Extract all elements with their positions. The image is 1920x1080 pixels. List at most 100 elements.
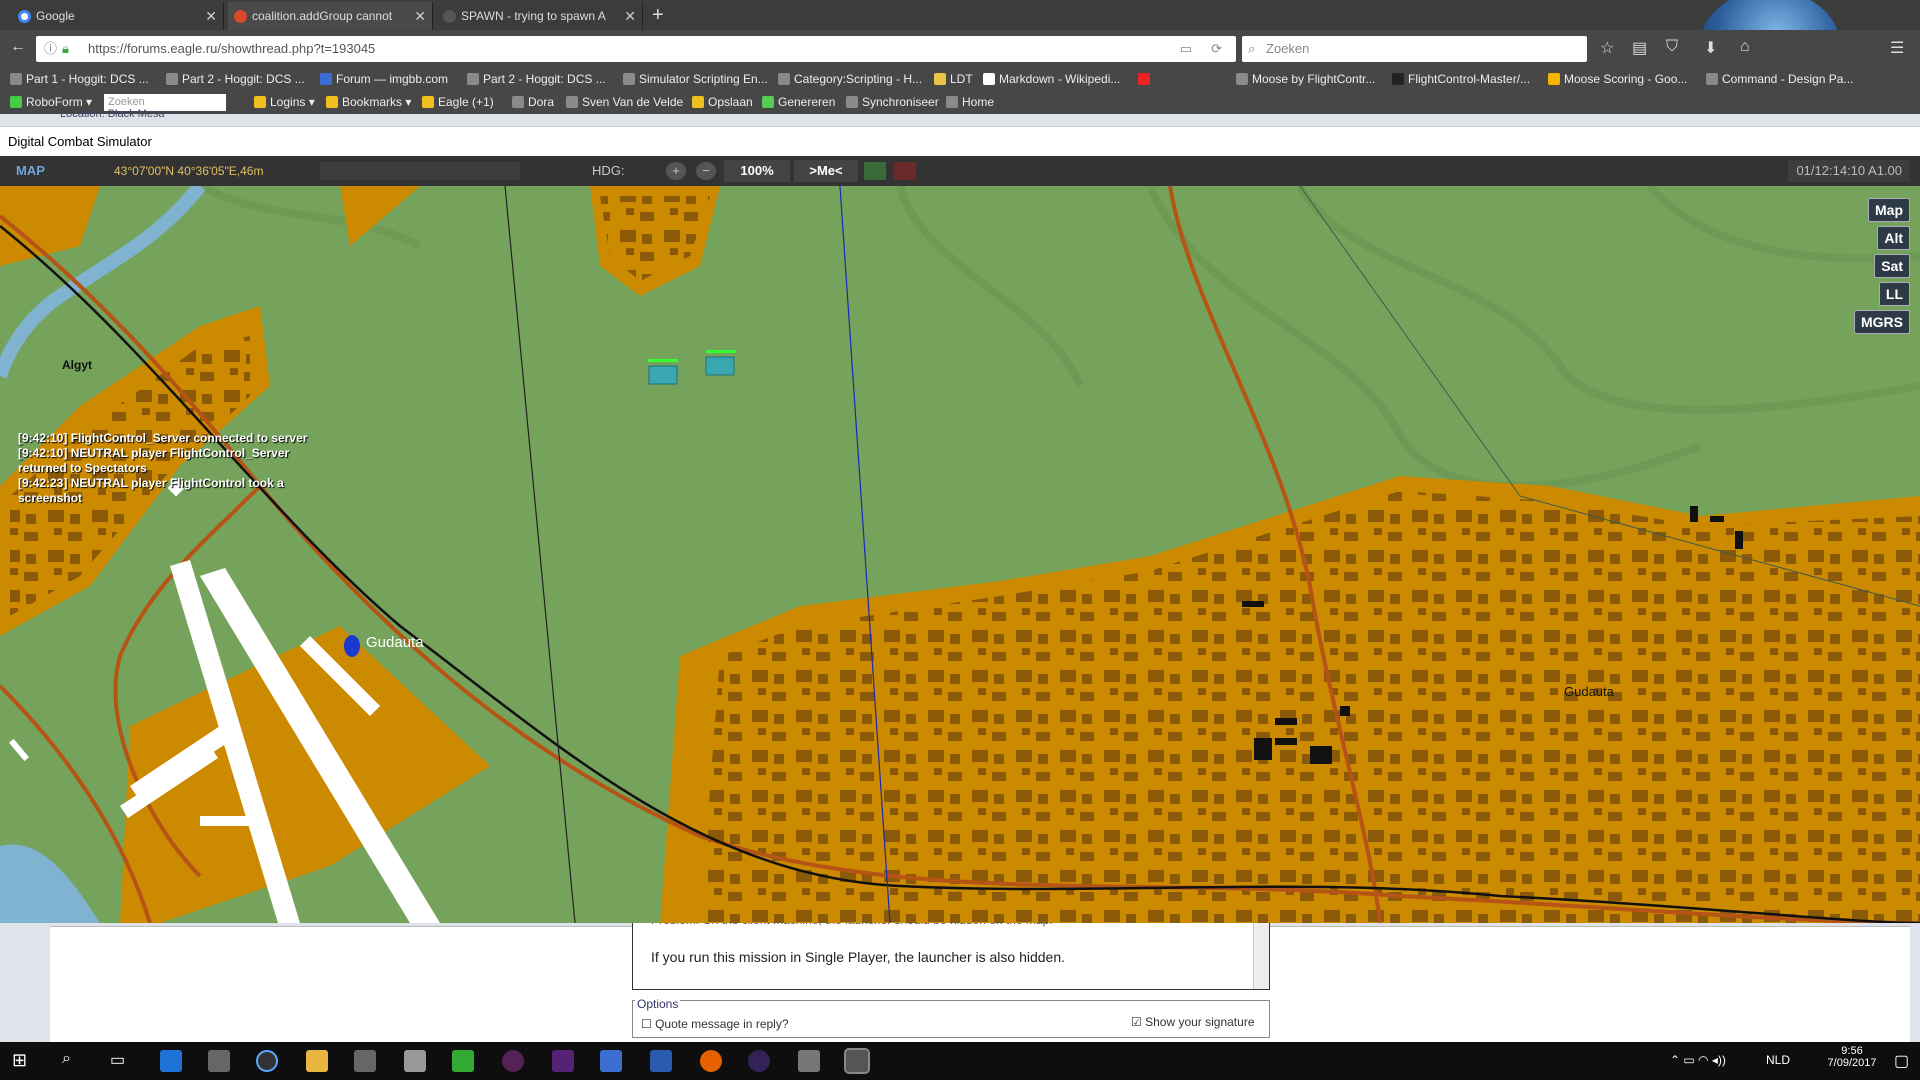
url-bar[interactable]: ⓘ 🔒︎ https://forums.eagle.ru/showthread.… — [36, 36, 1236, 62]
center-on-me-button[interactable]: >Me< — [794, 160, 858, 182]
map-canvas — [0, 186, 1920, 923]
map-toolbar: MAP 43°07'00"N 40°36'05"E,46m HDG: + − 1… — [0, 156, 1920, 186]
search-icon: ⌕ — [1248, 41, 1256, 56]
language-indicator[interactable]: NLD — [1766, 1053, 1790, 1067]
reader-view-icon[interactable]: ▭ — [1180, 36, 1192, 62]
heading-label: HDG: — [592, 163, 625, 178]
bookmark-item[interactable]: Markdown - Wikipedi... — [983, 68, 1120, 91]
quote-checkbox[interactable]: ☐ Quote message in reply? — [641, 1017, 789, 1031]
tab-coalition-addgroup[interactable]: coalition.addGroup cannot ✕ — [228, 2, 433, 30]
reload-icon[interactable]: ⟳ — [1211, 36, 1222, 62]
back-button[interactable]: ← — [10, 38, 26, 56]
editor-scrollbar[interactable] — [1253, 919, 1269, 989]
tab-google[interactable]: Google ✕ — [12, 2, 224, 30]
zoom-in-button[interactable]: + — [666, 162, 686, 180]
navigation-bar: ← ⓘ 🔒︎ https://forums.eagle.ru/showthrea… — [0, 30, 1920, 68]
bookmark-item[interactable]: FlightControl-Master/... — [1392, 68, 1530, 91]
browser-tab-strip: Google ✕ coalition.addGroup cannot ✕ SPA… — [0, 0, 1920, 100]
roboform-toolbar: RoboForm ▾ Zoeken Logins ▾ Bookmarks ▾ E… — [0, 91, 1920, 114]
close-tab-icon[interactable]: ✕ — [205, 2, 217, 30]
bookmark-item[interactable]: Part 1 - Hoggit: DCS ... — [10, 68, 149, 91]
zoom-level[interactable]: 100% — [724, 160, 790, 182]
search-icon[interactable]: ⌕ — [62, 1050, 71, 1068]
app-icon[interactable] — [404, 1050, 426, 1072]
tab-label: Google — [36, 9, 75, 23]
library-icon[interactable]: ▤ — [1632, 38, 1647, 58]
coord-mgrs-button[interactable]: MGRS — [1854, 310, 1910, 334]
tab-spawn[interactable]: SPAWN - trying to spawn A ✕ — [437, 2, 643, 30]
bookmark-item[interactable]: Command - Design Pa... — [1706, 68, 1853, 91]
pocket-icon[interactable]: ⛉ — [1666, 38, 1678, 56]
stop-button[interactable] — [894, 162, 916, 180]
youtube-bookmark[interactable] — [1138, 68, 1154, 91]
download-icon[interactable]: ⬇ — [1704, 38, 1717, 58]
bookmark-item[interactable]: Home — [946, 91, 994, 114]
edge-icon[interactable] — [160, 1050, 182, 1072]
terrain-toggle-button[interactable] — [864, 162, 886, 180]
bookmark-item[interactable]: Synchroniseer — [846, 91, 939, 114]
start-button[interactable]: ⊞ — [12, 1050, 27, 1071]
dcs-active-icon[interactable] — [844, 1048, 870, 1074]
coord-ll-button[interactable]: LL — [1878, 282, 1910, 306]
app-icon[interactable] — [650, 1050, 672, 1072]
menu-icon[interactable]: ☰ — [1890, 38, 1904, 58]
url-text: https://forums.eagle.ru/showthread.php?t… — [88, 41, 376, 56]
location-text: Location: Black Mesa — [60, 108, 165, 120]
search-placeholder: Zoeken — [1266, 41, 1310, 56]
place-label-gudauta-airfield: Gudauta — [366, 634, 424, 651]
logins-button[interactable]: Logins ▾ — [254, 91, 315, 114]
bookmark-item[interactable]: Forum — imgbb.com — [320, 68, 448, 91]
close-tab-icon[interactable]: ✕ — [414, 2, 426, 30]
bookmark-item[interactable]: Category:Scripting - H... — [778, 68, 922, 91]
bookmark-item[interactable]: Moose by FlightContr... — [1236, 68, 1375, 91]
notifications-icon[interactable]: ▢ — [1894, 1051, 1909, 1071]
store-icon[interactable] — [208, 1050, 230, 1072]
map-label: MAP — [16, 163, 45, 178]
map-mode-map-button[interactable]: Map — [1868, 198, 1910, 222]
zoom-out-button[interactable]: − — [696, 162, 716, 180]
bookmark-item[interactable]: Opslaan — [692, 91, 753, 114]
bookmark-item[interactable]: Simulator Scripting En... — [623, 68, 768, 91]
app-icon[interactable] — [502, 1050, 524, 1072]
bookmark-item[interactable]: Part 2 - Hoggit: DCS ... — [166, 68, 305, 91]
home-icon[interactable]: ⌂ — [1740, 38, 1750, 56]
close-tab-icon[interactable]: ✕ — [624, 2, 636, 30]
bookmark-star-icon[interactable]: ☆ — [1600, 38, 1614, 58]
map-mode-alt-button[interactable]: Alt — [1877, 226, 1910, 250]
bookmark-item[interactable]: Eagle (+1) — [422, 91, 494, 114]
info-icon: ⓘ — [44, 41, 58, 56]
app-icon[interactable] — [452, 1050, 474, 1072]
dcs-icon[interactable] — [354, 1050, 376, 1072]
sea — [0, 844, 100, 923]
lock-icon: 🔒︎ — [62, 41, 69, 56]
clock[interactable]: 9:56 7/09/2017 — [1820, 1045, 1884, 1069]
bookmarks-button[interactable]: Bookmarks ▾ — [326, 91, 411, 114]
app-icon[interactable] — [552, 1050, 574, 1072]
file-explorer-icon[interactable] — [306, 1050, 328, 1072]
bookmark-item[interactable]: Sven Van de Velde — [566, 91, 683, 114]
tray-icons[interactable]: ⌃ ▭ ◠ ◂)) — [1670, 1053, 1726, 1067]
chat-message: [9:42:23] NEUTRAL player FlightControl t… — [18, 476, 284, 505]
app-icon[interactable] — [798, 1050, 820, 1072]
urban-areas — [0, 186, 1920, 923]
terrain-contours — [198, 186, 1920, 491]
dcs-map[interactable]: Algyt Gudauta Gudauta [9:42:10] FlightCo… — [0, 186, 1920, 923]
task-view-icon[interactable]: ▭ — [110, 1050, 125, 1070]
toolbar-tools-group[interactable] — [320, 162, 520, 180]
unit-markers — [344, 350, 736, 657]
bookmark-item[interactable]: LDT — [934, 68, 973, 91]
app-icon[interactable] — [748, 1050, 770, 1072]
bookmark-item[interactable]: Moose Scoring - Goo... — [1548, 68, 1687, 91]
search-input[interactable]: ⌕ Zoeken — [1242, 36, 1587, 62]
map-mode-sat-button[interactable]: Sat — [1874, 254, 1910, 278]
signature-checkbox[interactable]: ☑ Show your signature — [1131, 1015, 1255, 1029]
reply-editor[interactable]: Problem: On the client machine, the laun… — [632, 913, 1270, 990]
firefox-taskbar-icon[interactable] — [700, 1050, 722, 1072]
bookmark-item[interactable]: Dora — [512, 91, 554, 114]
cortana-app-icon[interactable] — [256, 1050, 278, 1072]
bookmark-item[interactable]: Part 2 - Hoggit: DCS ... — [467, 68, 606, 91]
new-tab-button[interactable]: + — [652, 2, 664, 28]
app-icon[interactable] — [600, 1050, 622, 1072]
bookmark-item[interactable]: Genereren — [762, 91, 835, 114]
place-label-algyt: Algyt — [62, 358, 92, 372]
